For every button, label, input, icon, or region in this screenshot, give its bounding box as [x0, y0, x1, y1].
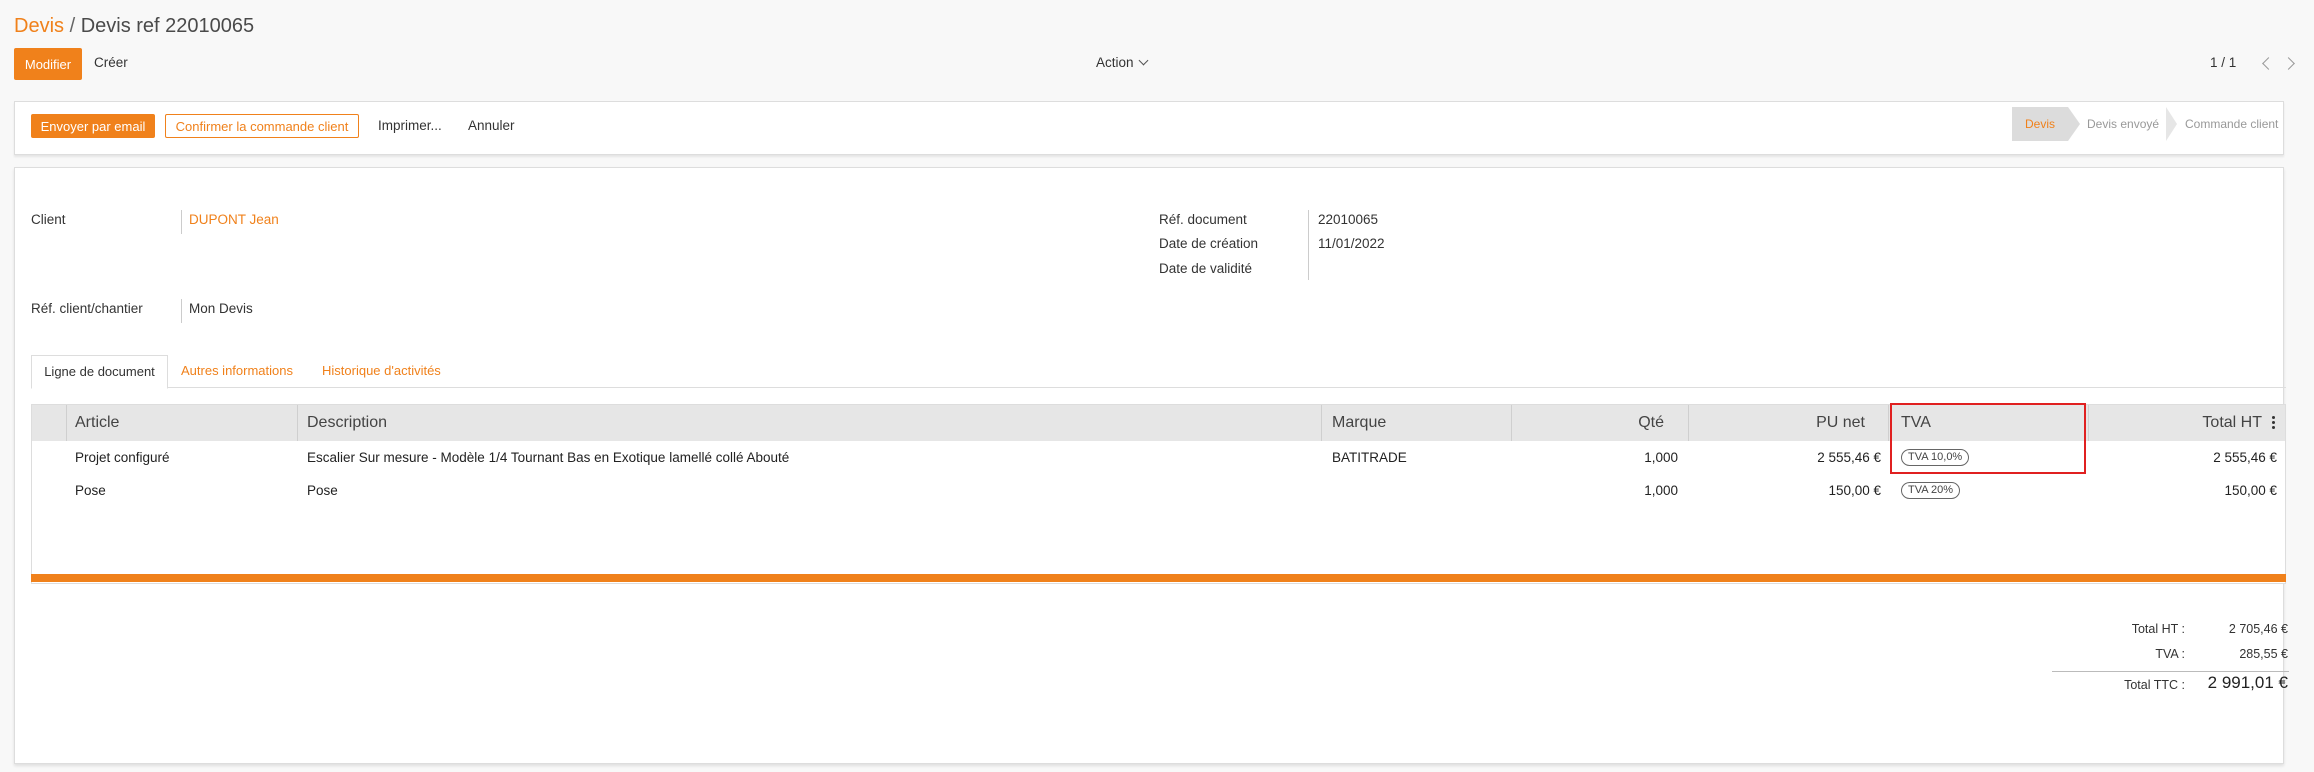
tva-total-label: TVA : — [2155, 647, 2185, 661]
breadcrumb-root-link[interactable]: Devis — [14, 15, 64, 37]
ref-doc-label: Réf. document — [1159, 212, 1247, 227]
column-header-total-ht[interactable]: Total HT — [2090, 405, 2262, 441]
edit-button[interactable]: Modifier — [14, 48, 82, 80]
tab-autres-informations[interactable]: Autres informations — [181, 355, 293, 387]
stage-devis-envoye[interactable]: Devis envoyé — [2087, 107, 2159, 141]
chevron-left-icon[interactable] — [2262, 57, 2275, 70]
chevron-down-icon — [1138, 55, 1148, 66]
column-separator — [297, 405, 298, 441]
breadcrumb-separator: / — [64, 15, 81, 37]
create-button[interactable]: Créer — [94, 55, 128, 70]
total-ht-value: 2 705,46 € — [2228, 622, 2288, 636]
action-dropdown[interactable]: Action — [1096, 55, 1148, 70]
cell-description[interactable]: Escalier Sur mesure - Modèle 1/4 Tournan… — [307, 448, 789, 468]
stage-commande-client[interactable]: Commande client — [2185, 107, 2278, 141]
cell-total-ht[interactable]: 150,00 € — [2090, 481, 2277, 501]
stage-arrow — [2068, 107, 2080, 141]
tab-ligne-document[interactable]: Ligne de document — [31, 355, 168, 389]
column-separator — [1888, 405, 1889, 441]
cell-pu-net[interactable]: 2 555,46 € — [1690, 448, 1881, 468]
ref-client-value: Mon Devis — [189, 301, 253, 316]
total-ttc-value: 2 991,01 € — [2207, 673, 2288, 692]
breadcrumb-current: Devis ref 22010065 — [80, 15, 255, 37]
client-link[interactable]: DUPONT Jean — [189, 212, 279, 227]
cell-qte[interactable]: 1,000 — [1512, 448, 1678, 468]
cancel-button[interactable]: Annuler — [468, 118, 515, 133]
column-header-pu-net[interactable]: PU net — [1690, 405, 1865, 441]
stage-divider — [2166, 107, 2177, 141]
column-header-qte[interactable]: Qté — [1512, 405, 1664, 441]
column-options-icon[interactable] — [2272, 416, 2275, 429]
column-separator — [1321, 405, 1322, 441]
cell-marque[interactable]: BATITRADE — [1332, 448, 1407, 468]
chevron-right-icon[interactable] — [2282, 57, 2295, 70]
ref-doc-value: 22010065 — [1318, 212, 1379, 227]
cell-article[interactable]: Pose — [75, 481, 106, 501]
action-dropdown-label: Action — [1096, 55, 1134, 70]
column-header-article[interactable]: Article — [75, 405, 119, 441]
cell-total-ht[interactable]: 2 555,46 € — [2090, 448, 2277, 468]
confirm-order-button[interactable]: Confirmer la commande client — [165, 114, 359, 138]
send-email-button[interactable]: Envoyer par email — [31, 114, 155, 138]
tva-badge[interactable]: TVA 20% — [1901, 482, 1961, 499]
pager-counter: 1 / 1 — [2210, 55, 2237, 70]
column-header-marque[interactable]: Marque — [1332, 405, 1386, 441]
stage-devis[interactable]: Devis — [2012, 107, 2068, 141]
field-divider — [181, 299, 182, 323]
field-divider — [1308, 210, 1309, 280]
highlight-box — [1890, 403, 2086, 474]
date-creation-value: 11/01/2022 — [1318, 236, 1385, 251]
cell-pu-net[interactable]: 150,00 € — [1690, 481, 1881, 501]
total-ht-label: Total HT : — [2131, 622, 2185, 636]
date-creation-label: Date de création — [1159, 236, 1259, 251]
field-divider — [181, 210, 182, 234]
column-separator — [2088, 405, 2089, 441]
cell-article[interactable]: Projet configuré — [75, 448, 170, 468]
tab-underline — [31, 387, 2286, 388]
print-button[interactable]: Imprimer... — [378, 118, 442, 133]
tab-historique-activites[interactable]: Historique d'activités — [322, 355, 441, 387]
column-separator — [1688, 405, 1689, 441]
tva-total-value: 285,55 € — [2239, 647, 2288, 661]
date-validity-label: Date de validité — [1159, 261, 1253, 276]
breadcrumb: Devis / Devis ref 22010065 — [14, 12, 254, 40]
column-separator — [66, 405, 67, 441]
totals-divider — [2052, 671, 2289, 672]
ref-client-label: Réf. client/chantier — [31, 301, 143, 316]
column-header-description[interactable]: Description — [307, 405, 387, 441]
cell-description[interactable]: Pose — [307, 481, 338, 501]
client-label: Client — [31, 212, 66, 227]
table-footer-bar — [31, 574, 2286, 582]
cell-qte[interactable]: 1,000 — [1512, 481, 1678, 501]
